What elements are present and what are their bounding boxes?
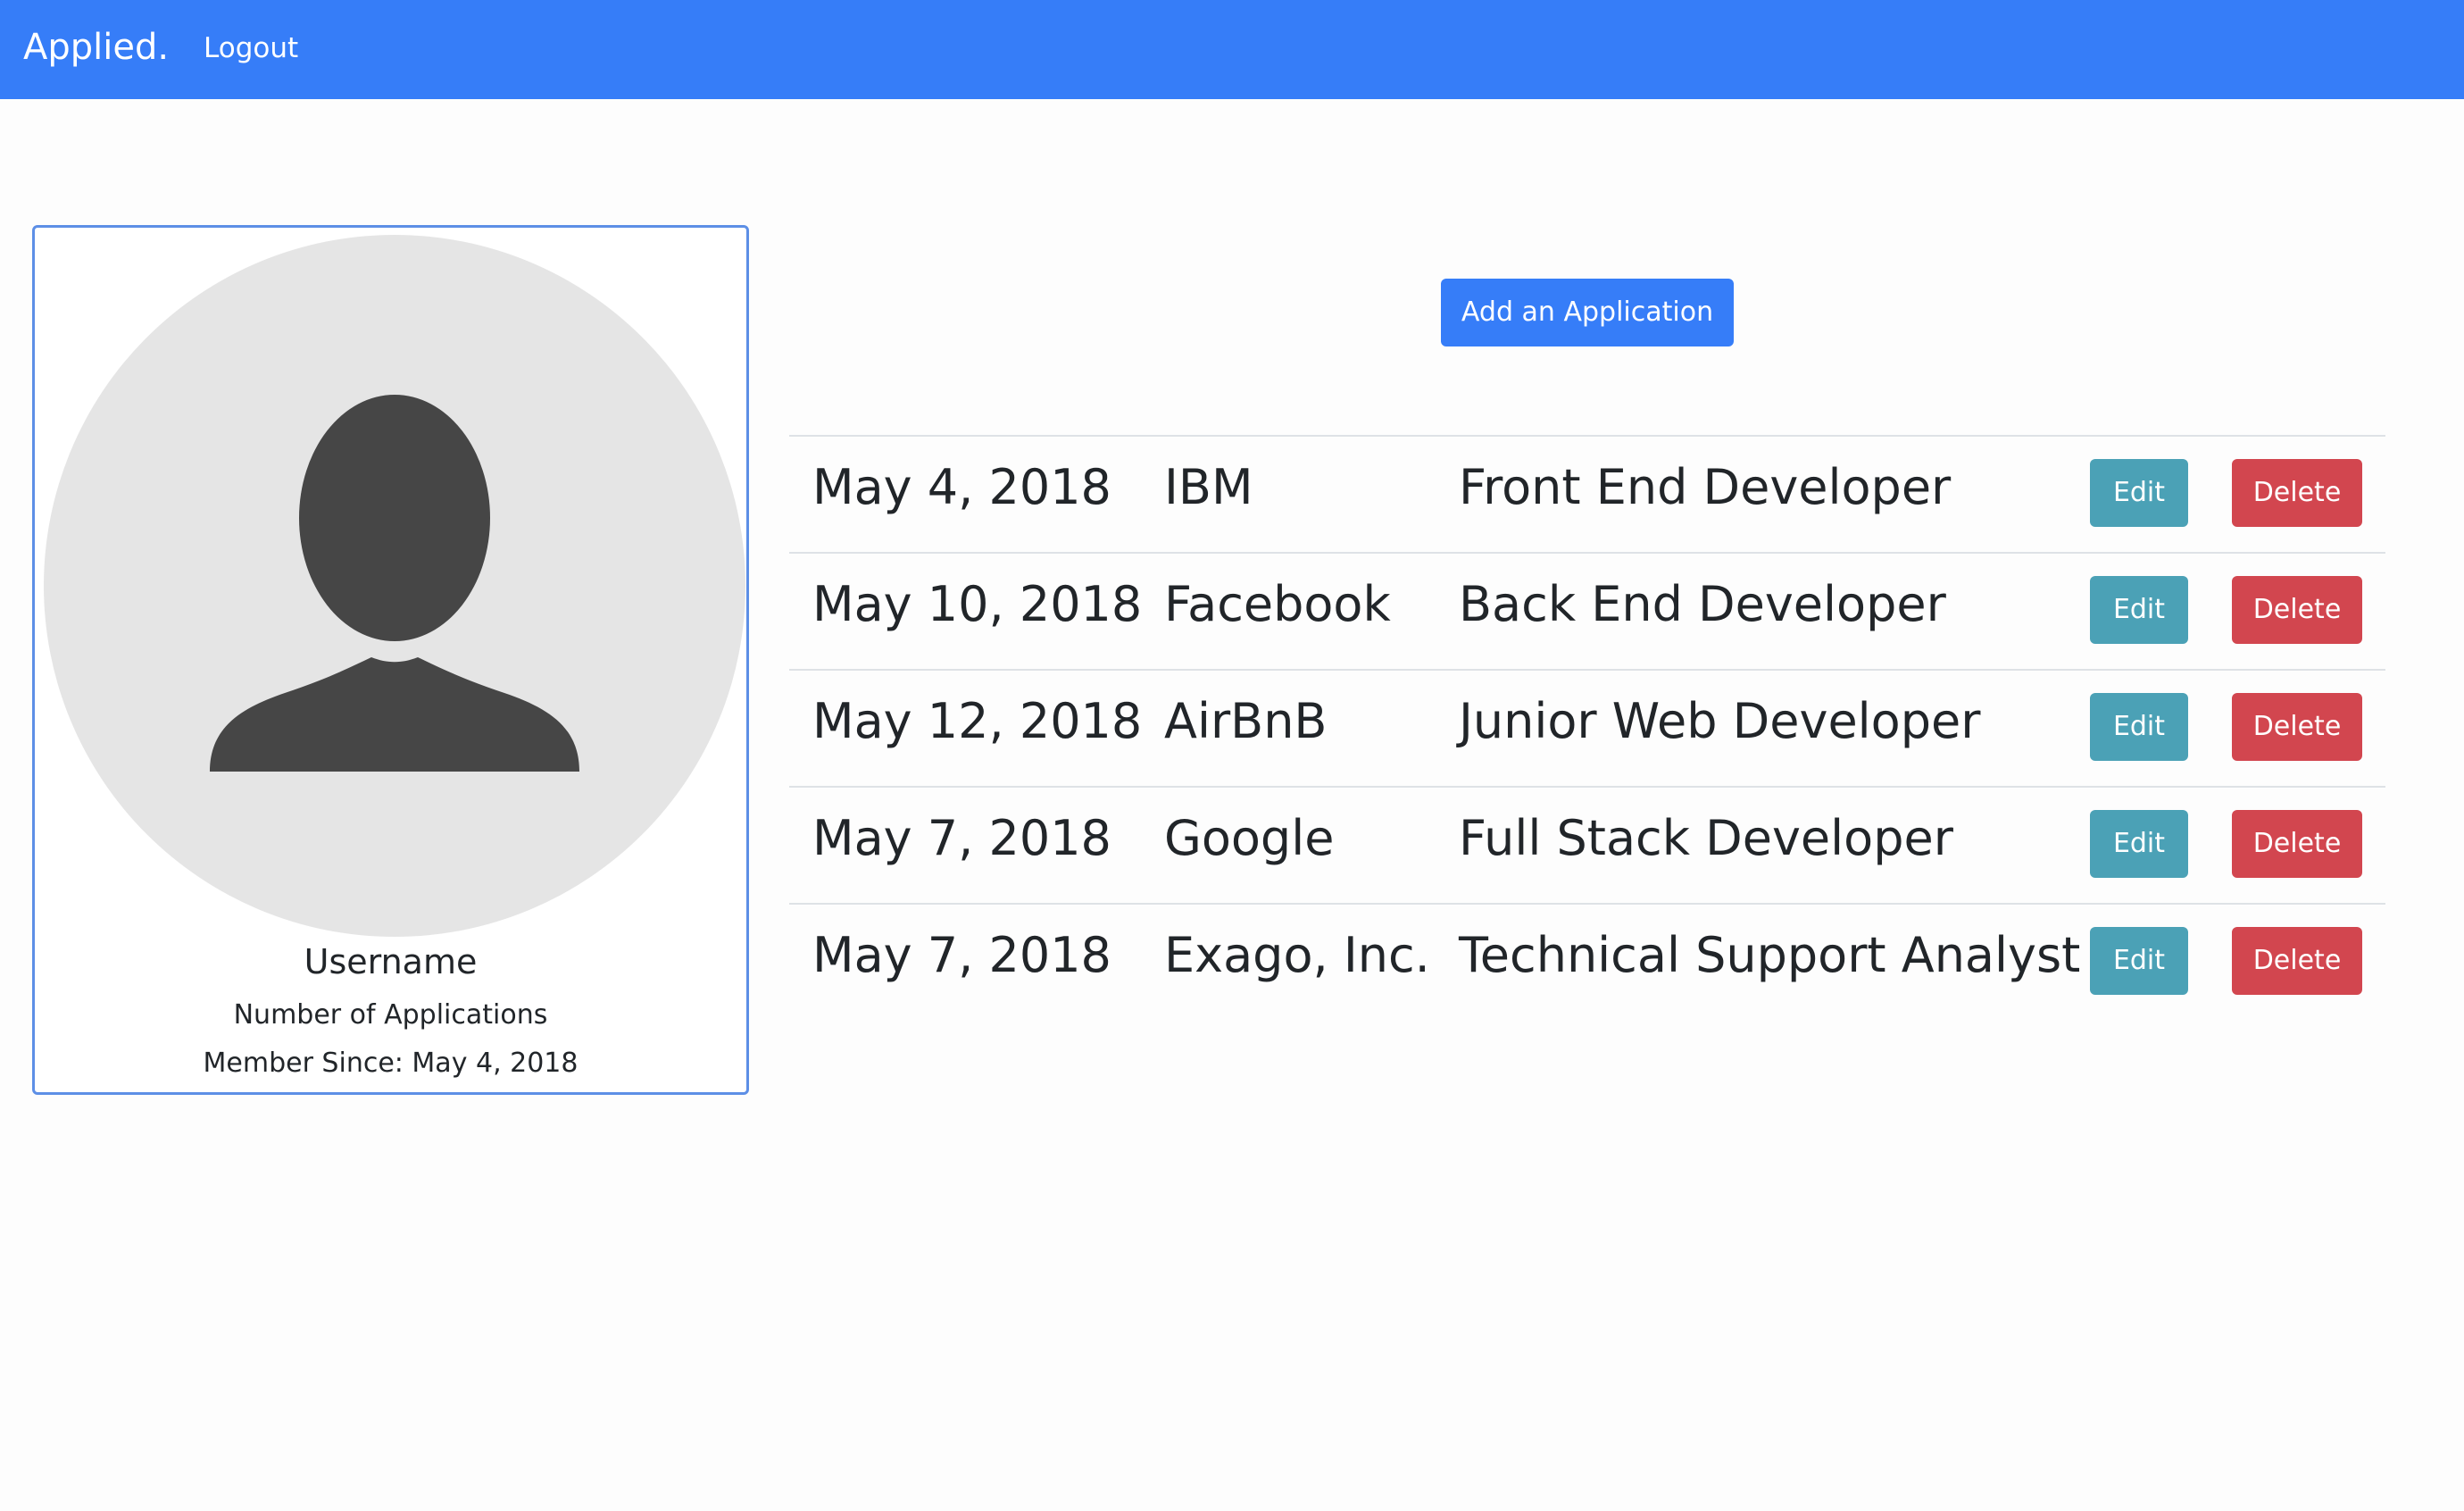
profile-member-since: Member Since: May 4, 2018 — [203, 1048, 579, 1079]
application-title: Technical Support Analyst — [1459, 927, 2081, 983]
brand-logo[interactable]: Applied. — [23, 0, 169, 96]
avatar-head — [299, 395, 490, 641]
user-silhouette-icon — [44, 235, 745, 937]
profile-username: Username — [304, 942, 478, 981]
application-company: Facebook — [1164, 576, 1391, 632]
application-title: Junior Web Developer — [1459, 693, 1981, 749]
table-row: May 10, 2018 Facebook Back End Developer… — [789, 552, 2385, 669]
delete-button[interactable]: Delete — [2232, 927, 2362, 995]
table-row: May 7, 2018 Google Full Stack Developer … — [789, 786, 2385, 903]
add-application-button[interactable]: Add an Application — [1441, 279, 1734, 346]
edit-button[interactable]: Edit — [2090, 693, 2188, 761]
application-company: Google — [1164, 810, 1335, 866]
profile-card: Username Number of Applications Member S… — [32, 225, 749, 1095]
application-date: May 12, 2018 — [812, 693, 1143, 749]
delete-button[interactable]: Delete — [2232, 576, 2362, 644]
application-title: Full Stack Developer — [1459, 810, 1953, 866]
applications-table: May 4, 2018 IBM Front End Developer Edit… — [789, 435, 2385, 1020]
application-company: Exago, Inc. — [1164, 927, 1430, 983]
edit-button[interactable]: Edit — [2090, 459, 2188, 527]
application-title: Back End Developer — [1459, 576, 1946, 632]
table-row: May 7, 2018 Exago, Inc. Technical Suppor… — [789, 903, 2385, 1020]
application-date: May 10, 2018 — [812, 576, 1143, 632]
application-title: Front End Developer — [1459, 459, 1952, 515]
delete-button[interactable]: Delete — [2232, 459, 2362, 527]
logout-link[interactable]: Logout — [204, 0, 298, 97]
edit-button[interactable]: Edit — [2090, 927, 2188, 995]
application-date: May 7, 2018 — [812, 927, 1111, 983]
profile-applications-count: Number of Applications — [233, 999, 548, 1031]
delete-button[interactable]: Delete — [2232, 693, 2362, 761]
table-row: May 12, 2018 AirBnB Junior Web Developer… — [789, 669, 2385, 786]
navbar: Applied. Logout — [0, 0, 2464, 99]
delete-button[interactable]: Delete — [2232, 810, 2362, 878]
application-company: AirBnB — [1164, 693, 1328, 749]
application-date: May 4, 2018 — [812, 459, 1111, 515]
edit-button[interactable]: Edit — [2090, 576, 2188, 644]
edit-button[interactable]: Edit — [2090, 810, 2188, 878]
application-company: IBM — [1164, 459, 1253, 515]
application-date: May 7, 2018 — [812, 810, 1111, 866]
table-row: May 4, 2018 IBM Front End Developer Edit… — [789, 435, 2385, 552]
